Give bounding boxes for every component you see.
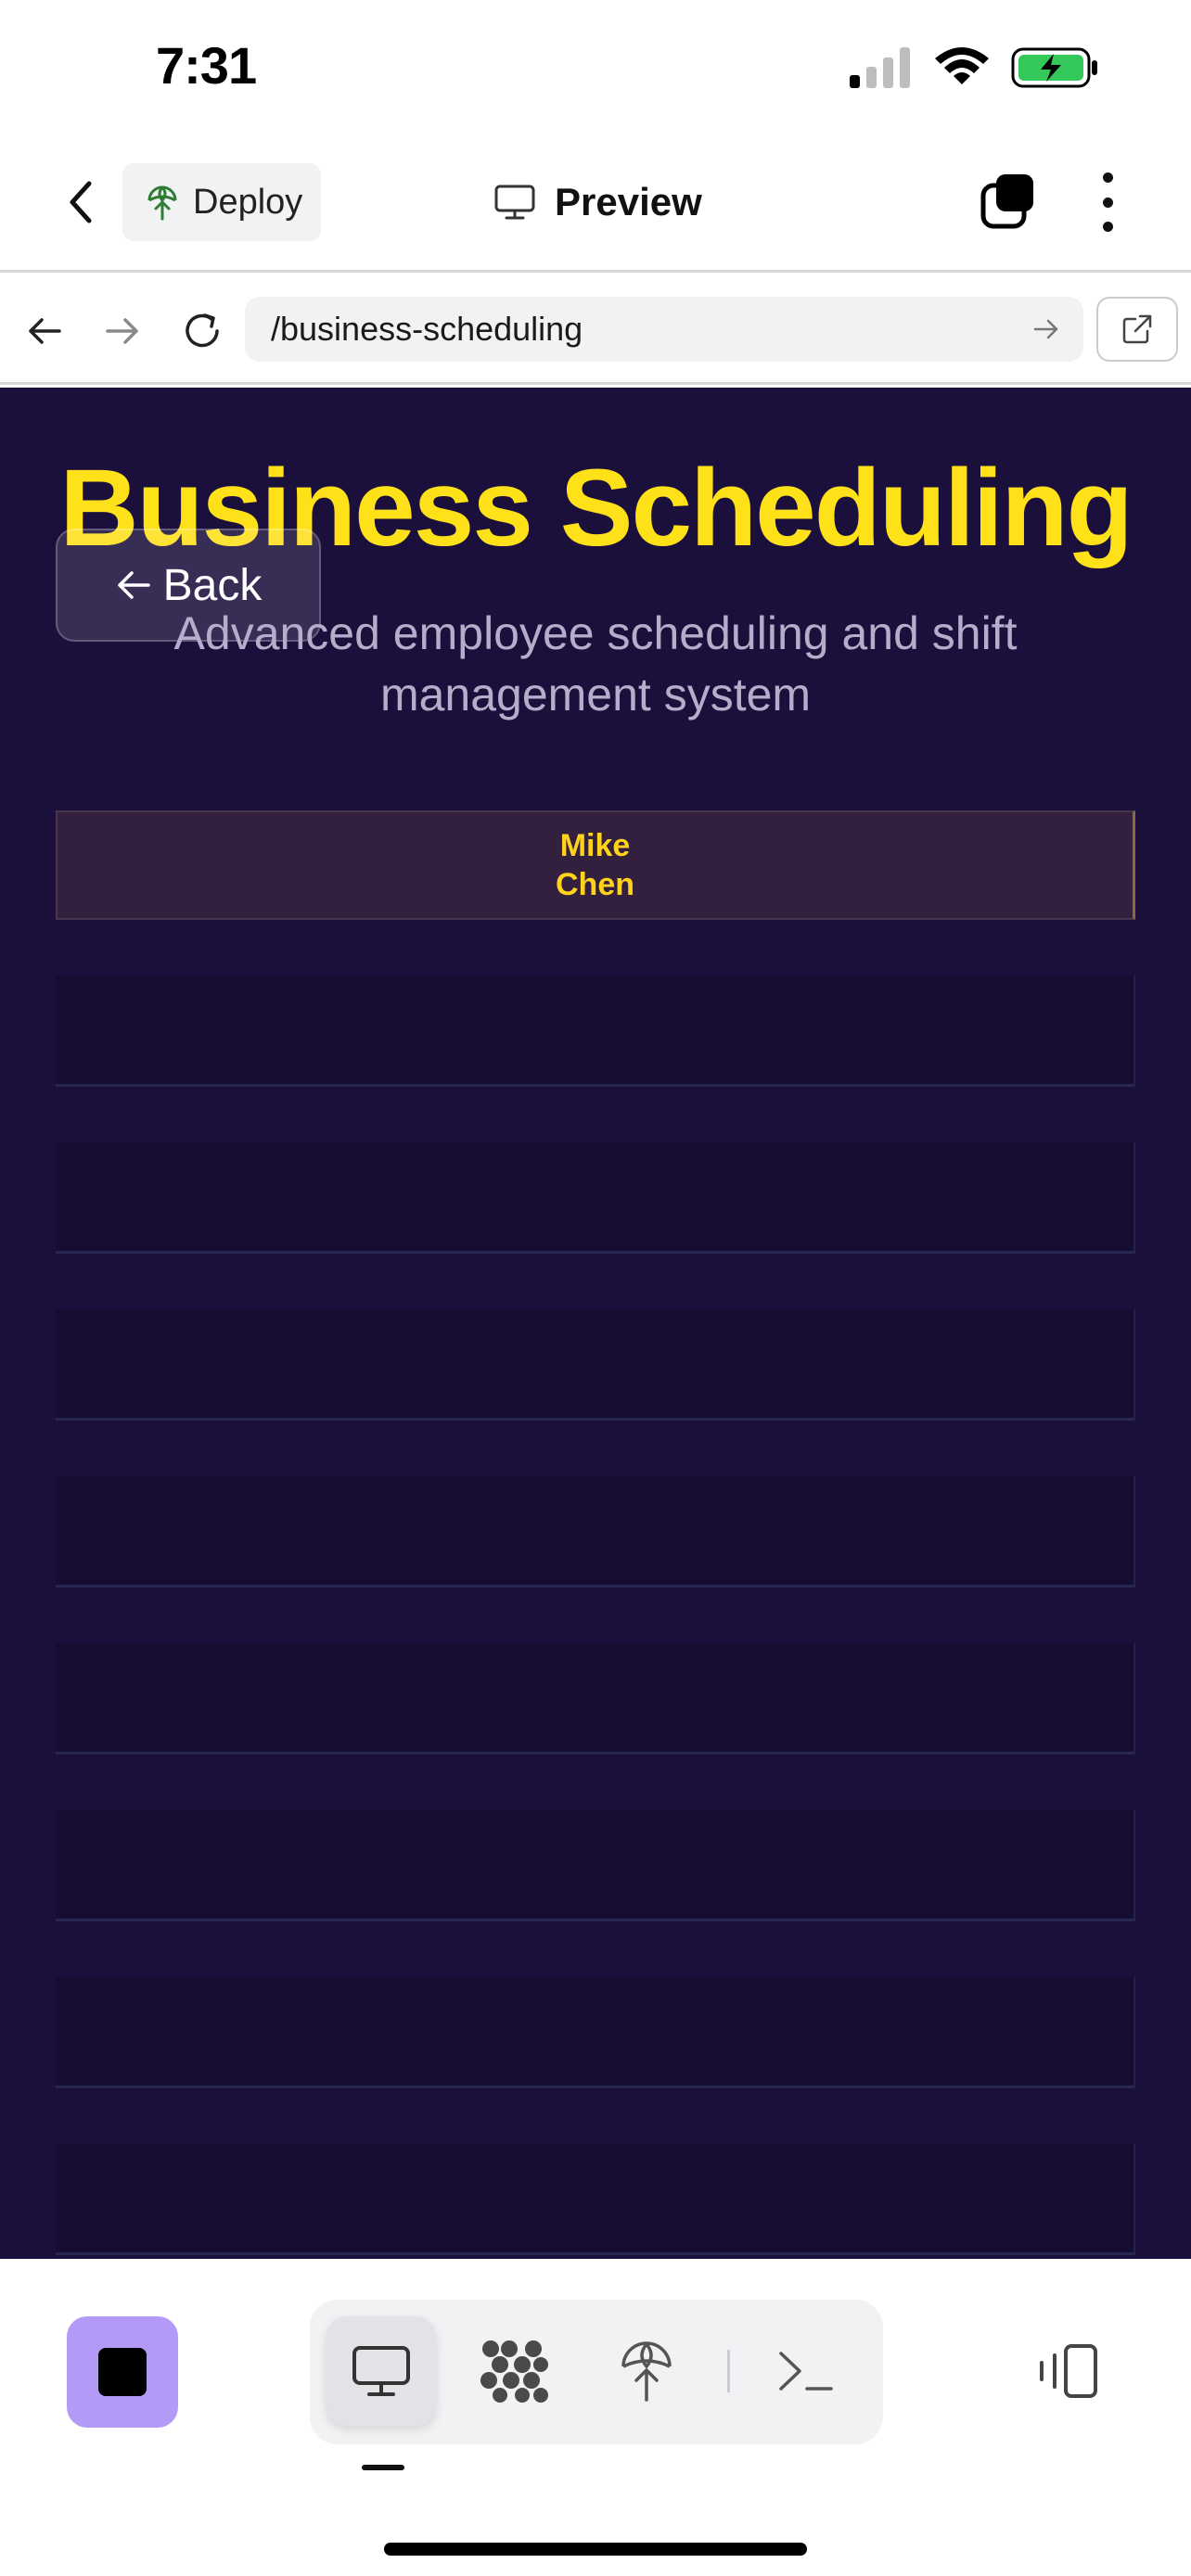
home-indicator [384,2543,807,2556]
reload-icon [186,313,219,348]
browser-bar: /business-scheduling [0,275,1191,385]
employee-last-name: Chen [556,867,634,902]
chevron-left-icon [70,181,92,223]
stop-icon [98,2348,147,2396]
schedule-row[interactable] [56,1810,1135,1921]
app-root: 7:31 Deploy Preview /business-scheduling… [0,0,1191,2576]
arrow-left-icon [29,318,61,344]
active-segment-indicator [362,2465,404,2470]
page-subtitle: Advanced employee scheduling and shift m… [173,607,1018,721]
apps-icon [480,2340,548,2403]
status-time: 7:31 [156,36,257,95]
browser-reload-button[interactable] [178,307,226,355]
segment-divider [727,2350,730,2392]
tabs-stack-icon[interactable] [980,172,1037,230]
stop-button[interactable] [67,2316,178,2428]
segment-apps[interactable] [460,2316,570,2426]
schedule-row[interactable] [56,1643,1135,1754]
preview-label: Preview [555,180,702,223]
schedule-row[interactable] [56,2144,1135,2255]
deploy-icon [147,185,177,221]
web-content: Business Scheduling Back Advanced employ… [0,388,1191,2259]
schedule-rows [56,976,1135,2259]
layout-toggle-icon [1040,2344,1097,2398]
segment-deploy[interactable] [592,2316,701,2426]
header-back-button[interactable] [56,174,104,230]
schedule-row[interactable] [56,1476,1135,1588]
external-link-icon [1122,314,1152,344]
schedule-row[interactable] [56,976,1135,1087]
status-icons [850,46,1100,89]
deploy-label: Deploy [193,182,303,222]
arrow-right-icon [106,318,138,344]
battery-charging-icon [1011,47,1097,88]
monitor-icon [494,185,535,220]
preview-title: Preview [493,174,702,230]
more-menu-icon[interactable] [1095,172,1121,232]
go-arrow-icon[interactable] [1031,314,1061,344]
bottom-toolbar [0,2259,1191,2576]
url-text: /business-scheduling [271,310,583,348]
deploy-icon [621,2341,672,2402]
employee-column-header: Mike Chen [56,810,1135,920]
browser-back-button[interactable] [20,307,69,355]
layout-toggle-button[interactable] [1030,2333,1106,2409]
arrow-left-icon [117,571,150,599]
employee-first-name: Mike [559,828,631,863]
segment-desktop[interactable] [327,2316,436,2426]
view-segment-group [310,2300,883,2444]
schedule-row[interactable] [56,1977,1135,2088]
open-external-button[interactable] [1096,297,1178,362]
deploy-button[interactable]: Deploy [122,163,321,241]
employee-name: Mike Chen [540,826,651,904]
segment-terminal[interactable] [751,2316,861,2426]
browser-forward-button[interactable] [98,307,147,355]
status-bar: 7:31 [0,0,1191,139]
url-field[interactable]: /business-scheduling [245,297,1083,362]
app-header: Deploy Preview [0,139,1191,273]
cellular-signal-icon [850,47,910,88]
schedule-row[interactable] [56,1142,1135,1254]
terminal-icon [779,2352,833,2391]
wifi-icon [935,47,989,84]
schedule-row[interactable] [56,1309,1135,1421]
desktop-icon [352,2346,410,2396]
